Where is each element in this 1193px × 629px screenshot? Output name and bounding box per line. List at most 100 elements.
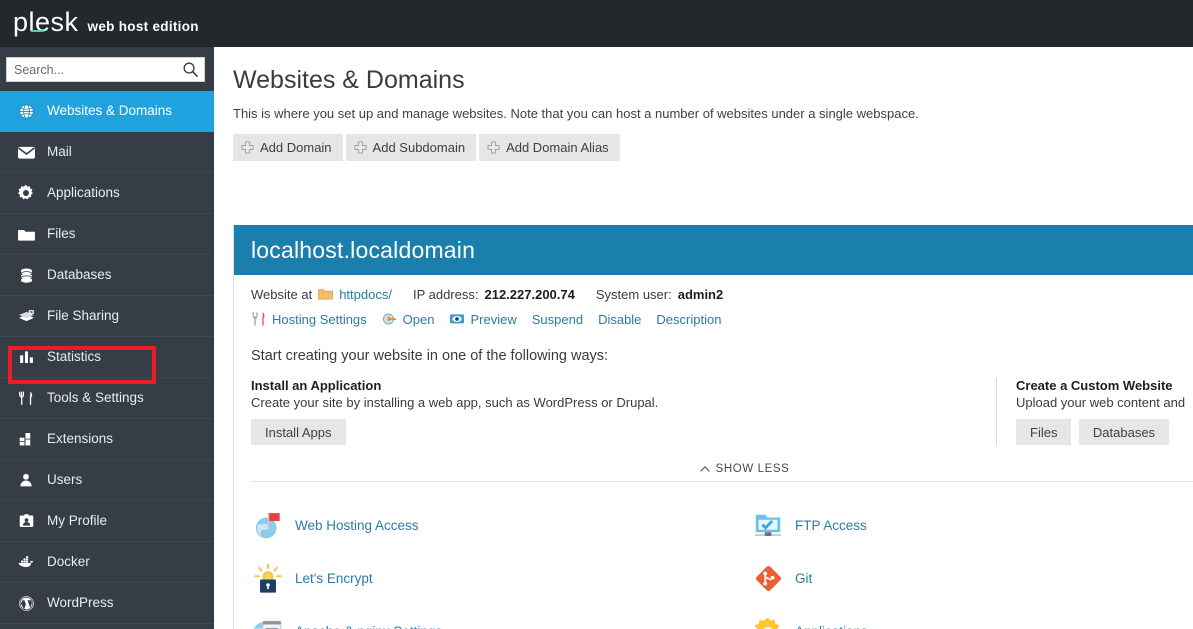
open-arrow-icon bbox=[382, 313, 396, 325]
sidebar-item-my-profile[interactable]: My Profile bbox=[0, 501, 214, 542]
sidebar-item-label: Docker bbox=[47, 554, 90, 570]
main-content: Websites & Domains This is where you set… bbox=[214, 47, 1193, 629]
sidebar-item-mail[interactable]: Mail bbox=[0, 132, 214, 173]
sidebar-item-statistics[interactable]: Statistics bbox=[0, 337, 214, 378]
sidebar-item-files[interactable]: Files bbox=[0, 214, 214, 255]
system-user-label: System user: bbox=[595, 287, 672, 302]
button-label: Add Domain Alias bbox=[506, 140, 609, 155]
link-label: FTP Access bbox=[795, 518, 867, 533]
button-label: Add Subdomain bbox=[372, 140, 466, 155]
sidebar-item-tools-settings[interactable]: Tools & Settings bbox=[0, 378, 214, 419]
sidebar-item-extensions[interactable]: Extensions bbox=[0, 419, 214, 460]
creation-options: Install an Application Create your site … bbox=[251, 364, 1193, 445]
git-icon bbox=[751, 562, 785, 596]
add-domain-alias-button[interactable]: Add Domain Alias bbox=[479, 134, 620, 161]
sidebar-item-label: Applications bbox=[47, 185, 120, 201]
action-label: Disable bbox=[598, 311, 642, 327]
custom-website-column: Create a Custom Website Upload your web … bbox=[996, 378, 1193, 445]
preview-action[interactable]: Preview bbox=[449, 311, 517, 327]
lets-encrypt-link[interactable]: Let's Encrypt bbox=[251, 552, 751, 605]
sidebar-item-label: Mail bbox=[47, 144, 72, 160]
install-apps-button[interactable]: Install Apps bbox=[251, 419, 346, 445]
link-label: Let's Encrypt bbox=[295, 571, 373, 586]
domain-name: localhost.localdomain bbox=[251, 236, 476, 263]
action-label: Hosting Settings bbox=[272, 311, 367, 327]
domain-links-column-left: Web Hosting Access Let's Encrypt bbox=[251, 499, 751, 629]
sidebar-item-databases[interactable]: Databases bbox=[0, 255, 214, 296]
page-title: Websites & Domains bbox=[233, 66, 465, 94]
ip-address-value: 212.227.200.74 bbox=[484, 287, 575, 302]
folder-icon bbox=[16, 224, 36, 244]
folder-icon bbox=[318, 289, 334, 300]
docroot-link[interactable]: httpdocs/ bbox=[339, 287, 392, 302]
apache-nginx-icon bbox=[251, 615, 285, 629]
gear-icon bbox=[16, 183, 36, 203]
disable-action[interactable]: Disable bbox=[598, 312, 641, 327]
fork-knife-icon bbox=[252, 312, 265, 326]
fork-knife-icon bbox=[16, 388, 36, 408]
custom-website-heading: Create a Custom Website bbox=[1016, 378, 1173, 393]
hosting-settings-action[interactable]: Hosting Settings bbox=[251, 311, 367, 327]
action-label: Open bbox=[402, 311, 435, 327]
eye-icon bbox=[450, 314, 465, 324]
action-label: Description bbox=[656, 311, 722, 327]
install-application-text: Create your site by installing a web app… bbox=[251, 395, 659, 410]
sidebar-item-label: Tools & Settings bbox=[47, 390, 144, 406]
ip-address-label: IP address: bbox=[412, 287, 479, 302]
domain-actions-row: Hosting Settings Open Preview Suspend Di… bbox=[251, 302, 1193, 327]
sidebar-item-websites-domains[interactable]: Websites & Domains bbox=[0, 91, 214, 132]
sidebar-item-label: My Profile bbox=[47, 513, 108, 529]
docker-whale-icon bbox=[16, 552, 36, 572]
sidebar: Websites & Domains Mail bbox=[0, 47, 214, 629]
logo-edition-label: web host edition bbox=[87, 19, 199, 34]
install-application-column: Install an Application Create your site … bbox=[251, 378, 996, 445]
git-link[interactable]: Git bbox=[751, 552, 1171, 605]
show-less-row: SHOW LESS bbox=[251, 463, 1193, 481]
page-description: This is where you set up and manage webs… bbox=[233, 106, 919, 121]
page-toolbar: Add Domain Add Subdomain Add Domain Alia… bbox=[233, 134, 1193, 161]
apache-nginx-settings-link[interactable]: Apache & nginx Settings bbox=[251, 605, 751, 629]
search-input[interactable] bbox=[6, 57, 205, 82]
web-hosting-access-icon bbox=[251, 509, 285, 543]
web-hosting-access-link[interactable]: Web Hosting Access bbox=[251, 499, 751, 552]
globe-icon bbox=[16, 101, 36, 121]
files-button[interactable]: Files bbox=[1016, 419, 1072, 445]
sidebar-nav: Websites & Domains Mail Applications Fil… bbox=[0, 91, 214, 624]
sidebar-item-label: Websites & Domains bbox=[47, 103, 173, 119]
chevron-up-icon bbox=[699, 465, 710, 472]
databases-button[interactable]: Databases bbox=[1078, 419, 1170, 445]
sidebar-item-label: Files bbox=[47, 226, 76, 242]
envelope-icon bbox=[16, 142, 36, 162]
applications-gear-icon bbox=[751, 615, 785, 629]
applications-link[interactable]: Applications bbox=[751, 605, 1171, 629]
action-label: Suspend bbox=[531, 311, 584, 327]
sidebar-item-label: Extensions bbox=[47, 431, 114, 447]
plesk-app: plesk web host edition Search... Website… bbox=[0, 0, 1193, 629]
plus-icon bbox=[354, 141, 367, 154]
blocks-icon bbox=[16, 429, 36, 449]
sidebar-item-users[interactable]: Users bbox=[0, 460, 214, 501]
add-subdomain-button[interactable]: Add Subdomain bbox=[345, 134, 477, 161]
sidebar-item-file-sharing[interactable]: File Sharing bbox=[0, 296, 214, 337]
description-action[interactable]: Description bbox=[656, 312, 721, 327]
ftp-access-link[interactable]: FTP Access bbox=[751, 499, 1171, 552]
domain-links-column-right: FTP Access Git bbox=[751, 499, 1171, 629]
bar-chart-icon bbox=[16, 347, 36, 367]
sidebar-item-wordpress[interactable]: WordPress bbox=[0, 583, 214, 624]
search-box[interactable] bbox=[6, 57, 205, 82]
plus-icon bbox=[241, 141, 254, 154]
open-action[interactable]: Open bbox=[382, 311, 435, 327]
sidebar-item-label: WordPress bbox=[47, 595, 114, 611]
add-domain-button[interactable]: Add Domain bbox=[233, 134, 343, 161]
domain-card: localhost.localdomain Website at httpdoc… bbox=[233, 225, 1193, 629]
sidebar-item-applications[interactable]: Applications bbox=[0, 173, 214, 214]
top-bar: plesk web host edition bbox=[0, 0, 1193, 47]
show-less-toggle[interactable]: SHOW LESS bbox=[699, 463, 790, 475]
logo-accent-underline bbox=[31, 30, 44, 32]
sidebar-item-label: File Sharing bbox=[47, 308, 120, 324]
custom-website-text: Upload your web content and bbox=[1016, 395, 1186, 410]
website-at-label: Website at bbox=[251, 287, 313, 302]
site-info-row: Website at httpdocs/ IP address: 212.227… bbox=[251, 275, 1193, 302]
sidebar-item-docker[interactable]: Docker bbox=[0, 542, 214, 583]
suspend-action[interactable]: Suspend bbox=[532, 312, 583, 327]
